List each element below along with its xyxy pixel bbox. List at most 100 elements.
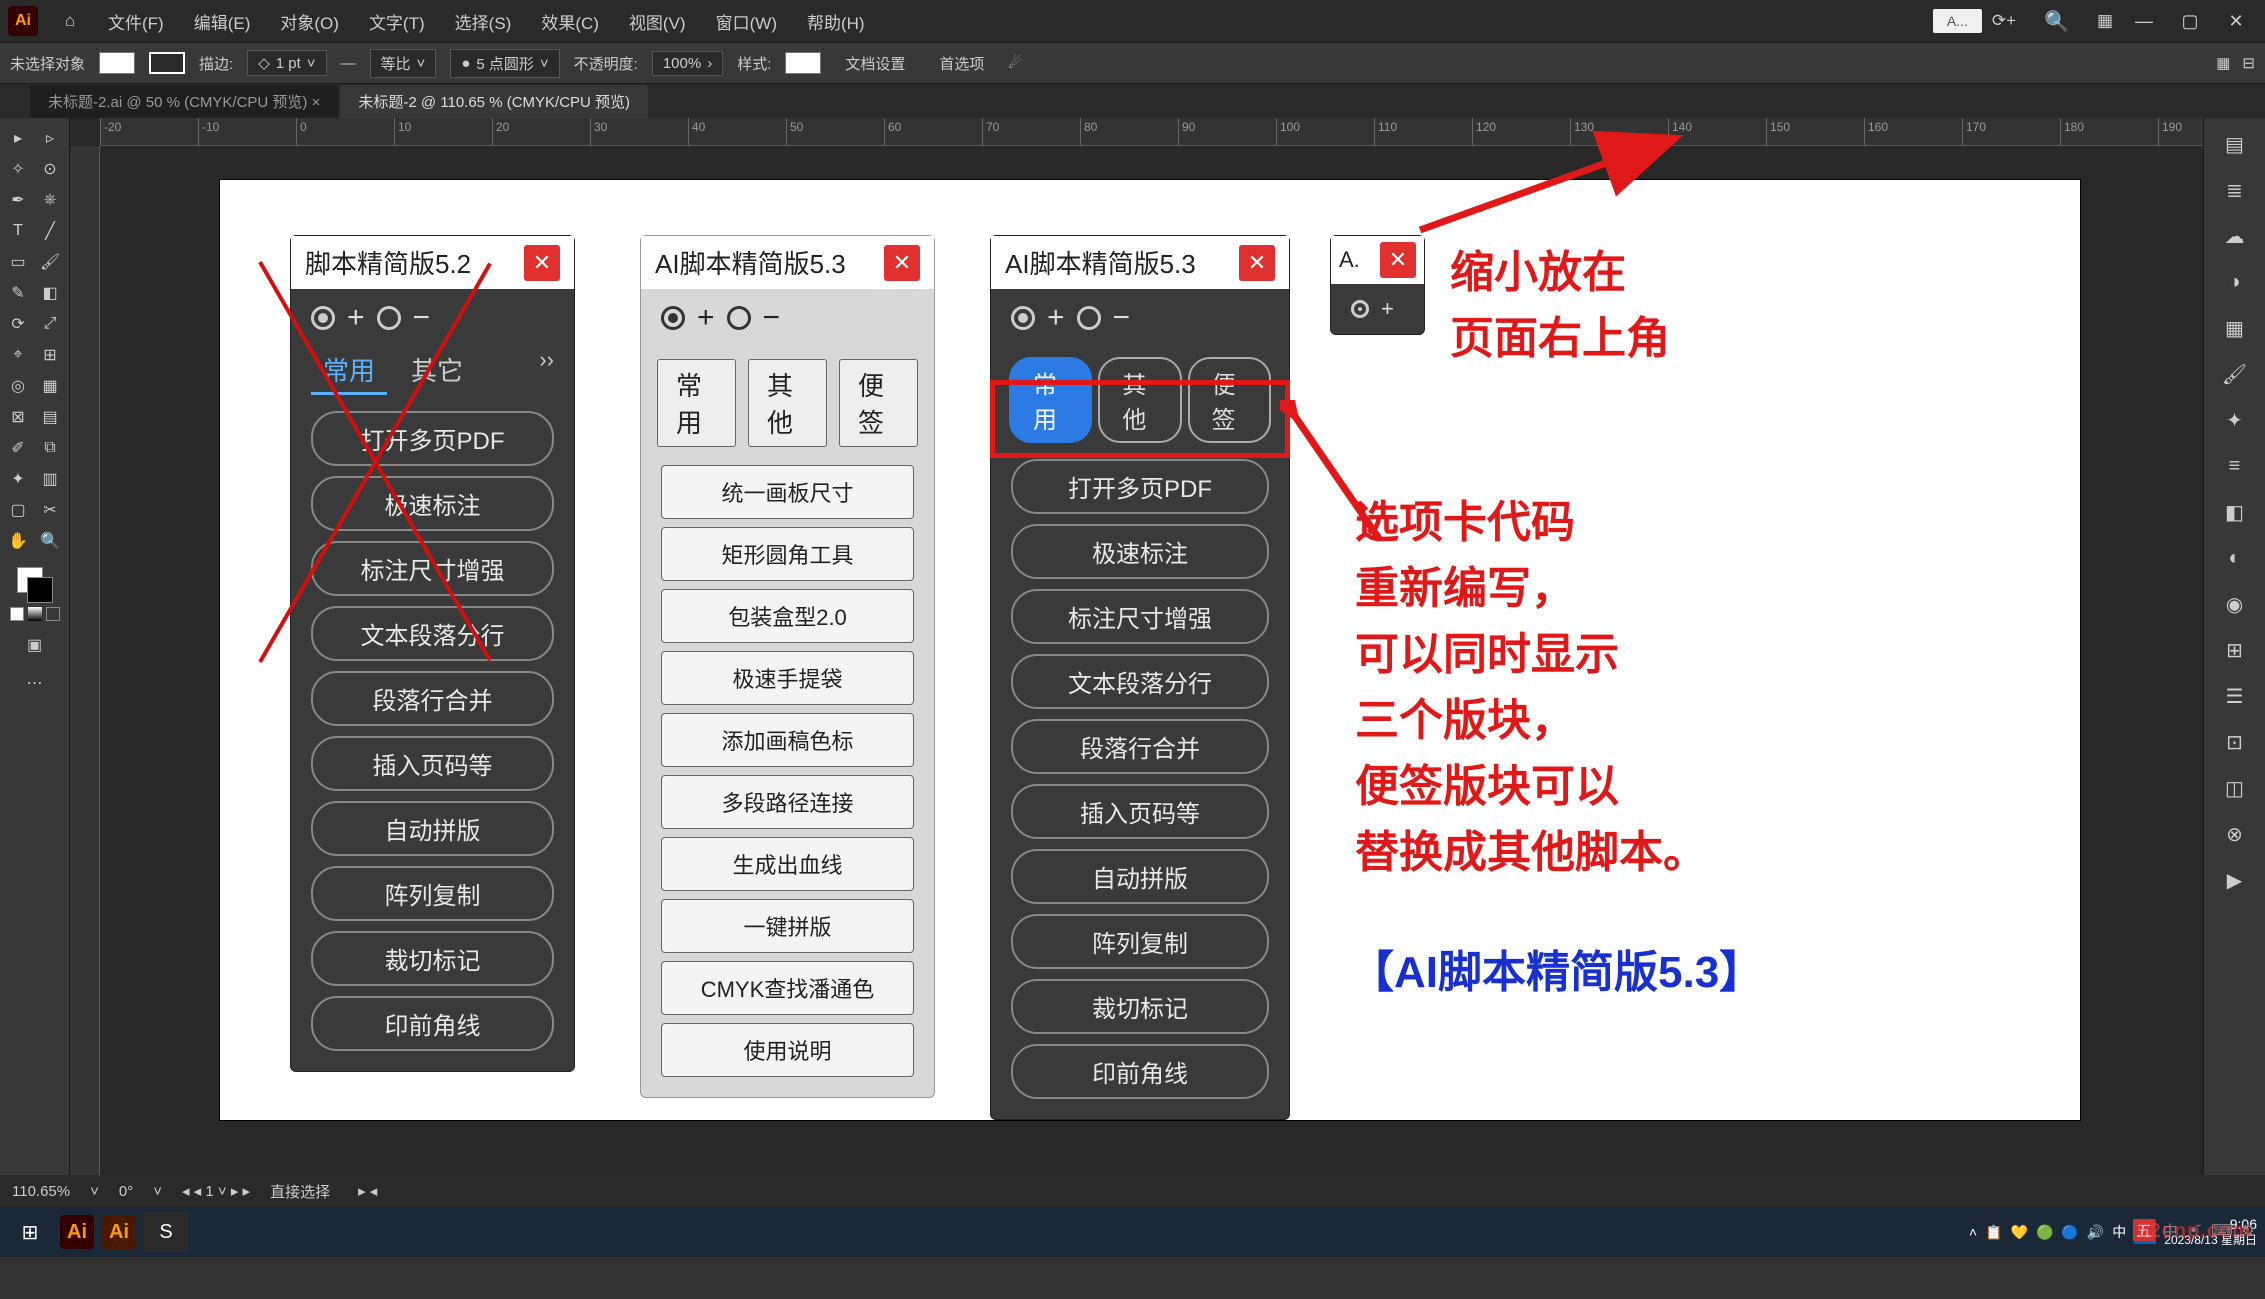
panel-collapse-icon[interactable]: ⊟ — [2242, 54, 2255, 72]
eyedropper-tool-icon[interactable]: ✐ — [4, 434, 32, 462]
script-button[interactable]: 文本段落分行 — [311, 606, 554, 661]
tab-common[interactable]: 常用 — [657, 359, 736, 447]
hand-tool-icon[interactable]: ✋ — [4, 527, 32, 555]
tab-other[interactable]: 其他 — [748, 359, 827, 447]
symbol-sprayer-tool-icon[interactable]: ✦ — [4, 465, 32, 493]
scale-tool-icon[interactable]: ⤢ — [36, 310, 64, 338]
opacity-input[interactable]: 100%› — [652, 51, 723, 76]
menu-view[interactable]: 视图(V) — [623, 7, 692, 36]
zoom-tool-icon[interactable]: 🔍 — [36, 527, 64, 555]
selection-tool-icon[interactable]: ▸ — [4, 124, 32, 152]
gradient-panel-icon[interactable]: ◧ — [2217, 494, 2253, 530]
preferences-button[interactable]: 首选项 — [929, 50, 994, 77]
script-button[interactable]: 矩形圆角工具 — [661, 527, 914, 581]
graph-tool-icon[interactable]: ▥ — [36, 465, 64, 493]
script-button[interactable]: 阵列复制 — [1011, 914, 1269, 969]
tray-volume-icon[interactable]: 🔊 — [2087, 1224, 2104, 1241]
tray-app-icon[interactable]: 🟢 — [2036, 1224, 2053, 1241]
type-tool-icon[interactable]: T — [4, 217, 32, 245]
docked-mini-panel[interactable]: A... — [1933, 9, 1982, 33]
paintbrush-tool-icon[interactable]: 🖌 — [36, 248, 64, 276]
illustrator-taskbar-icon[interactable]: Ai — [102, 1215, 136, 1249]
script-button[interactable]: 极速标注 — [1011, 524, 1269, 579]
script-button[interactable]: 阵列复制 — [311, 866, 554, 921]
close-icon[interactable]: ✕ — [524, 245, 560, 281]
minimize-button[interactable]: — — [2123, 7, 2165, 35]
fill-stroke-swatch[interactable] — [17, 567, 53, 603]
pen-tool-icon[interactable]: ✒ — [4, 186, 32, 214]
tray-chevron-icon[interactable]: ˄ — [1969, 1224, 1977, 1240]
close-icon[interactable]: ✕ — [1239, 245, 1275, 281]
script-button[interactable]: 自动拼版 — [311, 801, 554, 856]
start-button[interactable]: ⊞ — [8, 1212, 52, 1252]
expand-radio-icon[interactable] — [1011, 306, 1035, 330]
stroke-panel-icon[interactable]: ≡ — [2217, 448, 2253, 484]
libraries-panel-icon[interactable]: ☁ — [2217, 218, 2253, 254]
script-button[interactable]: 统一画板尺寸 — [661, 465, 914, 519]
script-button[interactable]: 极速手提袋 — [661, 651, 914, 705]
collapse-radio-icon[interactable] — [727, 306, 751, 330]
transform-panel-icon[interactable]: ⊡ — [2217, 724, 2253, 760]
menu-edit[interactable]: 编辑(E) — [188, 7, 257, 36]
properties-panel-icon[interactable]: ▤ — [2217, 126, 2253, 162]
graphic-styles-panel-icon[interactable]: ⊞ — [2217, 632, 2253, 668]
shaper-tool-icon[interactable]: ✎ — [4, 279, 32, 307]
direct-selection-tool-icon[interactable]: ▹ — [36, 124, 64, 152]
maximize-button[interactable]: ▢ — [2169, 7, 2211, 35]
style-swatch[interactable] — [785, 52, 821, 74]
tray-app-icon[interactable]: 📋 — [1985, 1224, 2002, 1241]
document-setup-button[interactable]: 文档设置 — [835, 50, 915, 77]
script-button[interactable]: 段落行合并 — [1011, 719, 1269, 774]
chevron-right-icon[interactable]: ›› — [539, 347, 554, 395]
tray-ime-icon[interactable]: 中 — [2112, 1222, 2126, 1242]
script-button[interactable]: 标注尺寸增强 — [311, 541, 554, 596]
canvas-area[interactable]: -20-100102030405060708090100110120130140… — [70, 118, 2265, 1175]
script-button[interactable]: 文本段落分行 — [1011, 654, 1269, 709]
menu-window[interactable]: 窗口(W) — [710, 7, 783, 36]
artboard-tool-icon[interactable]: ▢ — [4, 496, 32, 524]
expand-radio-icon[interactable] — [311, 306, 335, 330]
tray-app-icon[interactable]: 💛 — [2011, 1224, 2028, 1241]
zoom-level[interactable]: 110.65% — [12, 1183, 70, 1200]
rotation-angle[interactable]: 0° — [119, 1183, 133, 1200]
script-button[interactable]: 多段路径连接 — [661, 775, 914, 829]
menu-help[interactable]: 帮助(H) — [801, 7, 871, 36]
close-icon[interactable]: ✕ — [884, 245, 920, 281]
rotate-tool-icon[interactable]: ⟳ — [4, 310, 32, 338]
links-panel-icon[interactable]: ⊗ — [2217, 816, 2253, 852]
lasso-tool-icon[interactable]: ⊙ — [36, 155, 64, 183]
cloud-sync-icon[interactable]: ⟳+ — [1992, 11, 2016, 31]
pathfinder-panel-icon[interactable]: ◫ — [2217, 770, 2253, 806]
expand-radio-icon[interactable] — [661, 306, 685, 330]
document-tab[interactable]: 未标题-2 @ 110.65 % (CMYK/CPU 预览) — [340, 85, 648, 118]
script-button[interactable]: 使用说明 — [661, 1023, 914, 1077]
fill-swatch[interactable] — [99, 52, 135, 74]
script-button[interactable]: 印前角线 — [1011, 1044, 1269, 1099]
collapse-radio-icon[interactable] — [1077, 306, 1101, 330]
script-button[interactable]: 自动拼版 — [1011, 849, 1269, 904]
brush-select[interactable]: ●5 点圆形˅ — [450, 49, 559, 78]
scale-mode-select[interactable]: 等比˅ — [370, 49, 437, 78]
script-button[interactable]: 包装盒型2.0 — [661, 589, 914, 643]
expand-radio-icon[interactable] — [1351, 300, 1369, 318]
gradient-tool-icon[interactable]: ▤ — [36, 403, 64, 431]
script-button[interactable]: 极速标注 — [311, 476, 554, 531]
panel-toggle-icon[interactable]: ▦ — [2216, 54, 2230, 72]
script-button[interactable]: 插入页码等 — [1011, 784, 1269, 839]
layers-panel-icon[interactable]: ≣ — [2217, 172, 2253, 208]
swatches-panel-icon[interactable]: ▦ — [2217, 310, 2253, 346]
script-button[interactable]: 裁切标记 — [1011, 979, 1269, 1034]
eraser-tool-icon[interactable]: ◧ — [36, 279, 64, 307]
workspace-switcher-icon[interactable]: ▦ — [2097, 11, 2113, 31]
menu-select[interactable]: 选择(S) — [449, 7, 518, 36]
menu-effect[interactable]: 效果(C) — [535, 7, 605, 36]
perspective-tool-icon[interactable]: ▦ — [36, 372, 64, 400]
gradient-mode-icon[interactable] — [28, 607, 42, 621]
tab-notes[interactable]: 便签 — [839, 359, 918, 447]
app-taskbar-icon[interactable]: S — [144, 1212, 188, 1252]
brushes-panel-icon[interactable]: 🖌 — [2217, 356, 2253, 392]
width-tool-icon[interactable]: ⌖ — [4, 341, 32, 369]
curvature-tool-icon[interactable]: ⎈ — [36, 186, 64, 214]
align-icon[interactable]: ☄ — [1008, 54, 1021, 72]
script-button[interactable]: 标注尺寸增强 — [1011, 589, 1269, 644]
